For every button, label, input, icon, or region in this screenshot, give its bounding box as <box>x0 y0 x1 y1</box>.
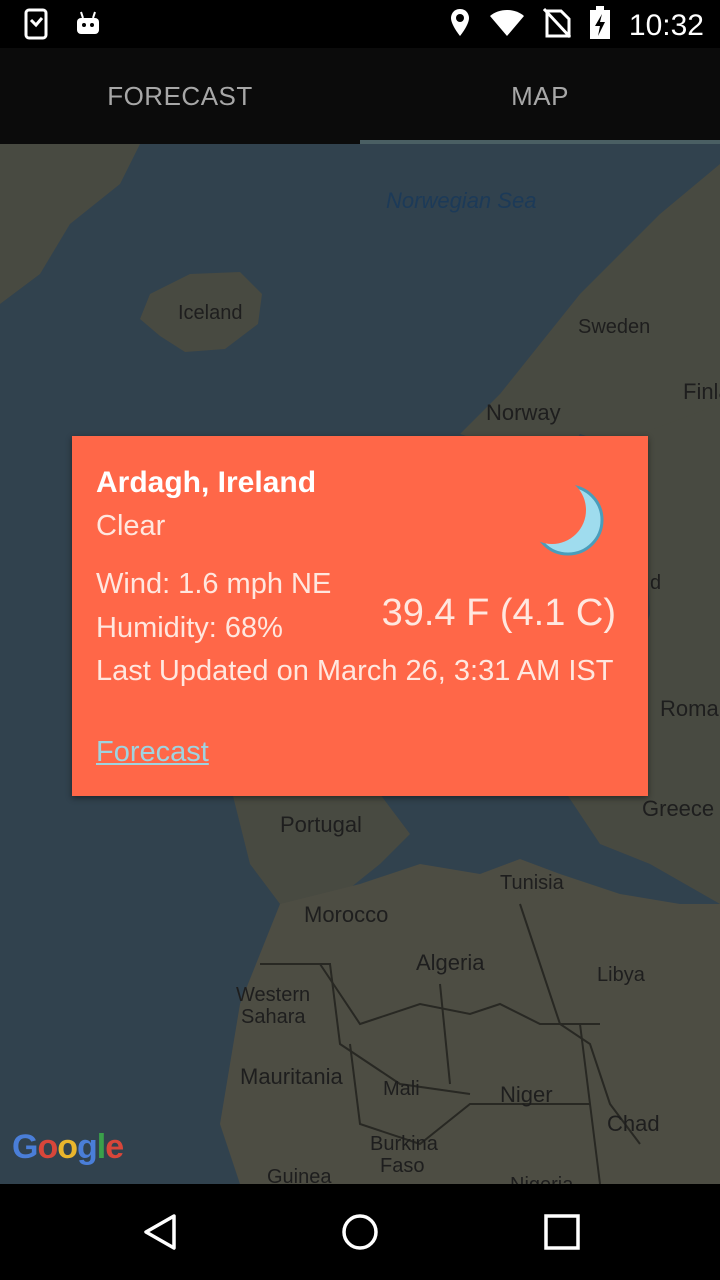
wifi-icon <box>489 9 525 42</box>
temperature: 39.4 F (4.1 C) <box>381 592 616 634</box>
map-label-niger: Niger <box>500 1082 553 1107</box>
map-label-iceland: Iceland <box>178 302 243 324</box>
map-label-norwegian-sea: Norwegian Sea <box>386 188 537 213</box>
screen-rotate-icon <box>22 8 52 45</box>
forecast-link[interactable]: Forecast <box>96 736 209 769</box>
tab-map[interactable]: MAP <box>360 48 720 144</box>
map-label-norway: Norway <box>486 400 561 425</box>
back-icon[interactable] <box>140 1212 180 1252</box>
map-label-algeria: Algeria <box>416 950 485 975</box>
city-name: Ardagh, Ireland <box>96 466 317 499</box>
map-label-partial: d <box>650 572 662 594</box>
humidity-info: Humidity: 68% <box>96 612 283 644</box>
navigation-bar <box>0 1184 720 1280</box>
map-label-morocco: Morocco <box>304 902 389 927</box>
location-icon <box>449 7 471 44</box>
wind-info: Wind: 1.6 mph NE <box>96 568 332 600</box>
map-label-sweden: Sweden <box>578 316 651 338</box>
map-label-western-sahara-1: Western <box>236 984 311 1006</box>
map-label-burkina-1: Burkina <box>370 1133 438 1155</box>
map-label-burkina-2: Faso <box>380 1155 425 1177</box>
status-bar: 10:32 <box>0 0 720 48</box>
weather-condition: Clear <box>96 510 166 542</box>
tab-forecast-label: FORECAST <box>107 80 253 111</box>
tab-map-label: MAP <box>511 80 569 111</box>
no-sim-icon <box>542 7 572 44</box>
map-label-guinea: Guinea <box>267 1166 332 1184</box>
moon-icon <box>528 480 608 560</box>
tab-bar: FORECAST MAP <box>0 48 720 144</box>
status-time: 10:32 <box>628 8 704 42</box>
google-logo: Google <box>12 1128 124 1166</box>
map-label-mali: Mali <box>383 1078 420 1100</box>
map-label-romania: Roma <box>660 696 719 721</box>
map-label-tunisia: Tunisia <box>500 872 564 894</box>
map-label-libya: Libya <box>597 964 645 986</box>
battery-charging-icon <box>589 6 611 45</box>
recents-icon[interactable] <box>542 1212 582 1252</box>
map-label-mauritania: Mauritania <box>240 1064 343 1089</box>
map-label-greece: Greece <box>642 796 715 821</box>
android-icon <box>74 8 102 45</box>
map-label-nigeria: Nigeria <box>510 1174 573 1184</box>
home-icon[interactable] <box>340 1212 380 1252</box>
map-label-finland: Finla <box>683 379 720 404</box>
map-label-chad: Chad <box>607 1111 660 1136</box>
map-label-western-sahara-2: Sahara <box>241 1006 306 1028</box>
map-label-portugal: Portugal <box>280 812 362 837</box>
tab-forecast[interactable]: FORECAST <box>0 48 360 144</box>
weather-info-window[interactable]: Ardagh, Ireland Clear Wind: 1.6 mph NE H… <box>72 436 648 796</box>
last-updated: Last Updated on March 26, 3:31 AM IST <box>96 655 614 687</box>
